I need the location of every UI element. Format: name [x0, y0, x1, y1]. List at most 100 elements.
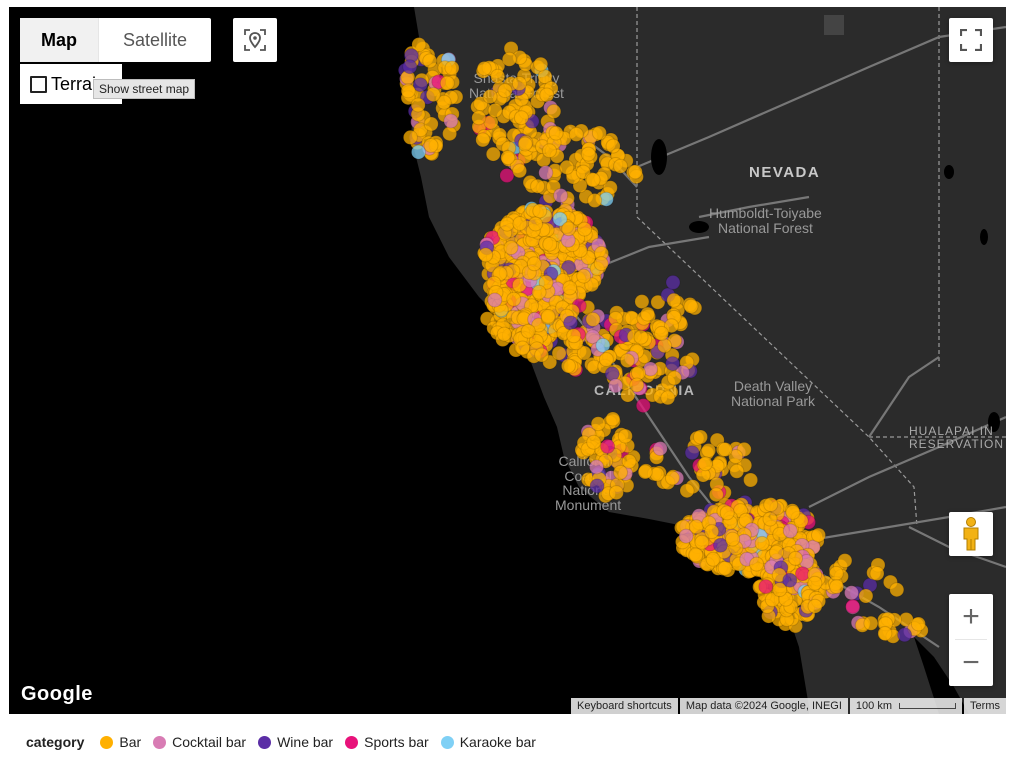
- map-marker[interactable]: [785, 504, 801, 520]
- map-marker[interactable]: [598, 352, 614, 367]
- map-marker[interactable]: [617, 428, 633, 444]
- terrain-checkbox[interactable]: [30, 75, 47, 93]
- map-marker[interactable]: [520, 323, 536, 339]
- map-marker[interactable]: [697, 456, 713, 472]
- map-marker[interactable]: [688, 547, 704, 563]
- map-marker[interactable]: [589, 459, 604, 475]
- map-marker[interactable]: [608, 485, 624, 501]
- map-marker[interactable]: [500, 150, 516, 166]
- map-marker[interactable]: [605, 411, 621, 427]
- map-marker[interactable]: [482, 89, 498, 105]
- map-marker[interactable]: [629, 377, 645, 393]
- map-marker[interactable]: [608, 378, 624, 394]
- map-marker[interactable]: [548, 125, 564, 141]
- map-marker[interactable]: [562, 280, 578, 296]
- map-marker[interactable]: [506, 291, 522, 307]
- map-marker[interactable]: [665, 356, 681, 372]
- map-marker[interactable]: [593, 256, 609, 272]
- map-marker[interactable]: [627, 164, 643, 180]
- map-marker[interactable]: [590, 416, 606, 432]
- map-marker[interactable]: [411, 144, 426, 160]
- map-marker[interactable]: [749, 556, 765, 572]
- map-marker[interactable]: [754, 535, 770, 551]
- map-marker[interactable]: [422, 53, 438, 69]
- map-marker[interactable]: [762, 511, 778, 527]
- map-marker[interactable]: [683, 298, 699, 314]
- my-location-button[interactable]: [233, 18, 277, 62]
- map-marker[interactable]: [719, 505, 735, 521]
- map-marker[interactable]: [589, 478, 605, 494]
- map-marker[interactable]: [640, 306, 656, 322]
- fullscreen-button[interactable]: [949, 18, 993, 62]
- map-marker[interactable]: [444, 60, 460, 76]
- map-marker[interactable]: [664, 470, 680, 486]
- zoom-out-icon[interactable]: −: [949, 640, 993, 685]
- map-marker[interactable]: [679, 483, 695, 499]
- map-marker[interactable]: [652, 441, 668, 457]
- map-type-satellite-button[interactable]: Satellite: [99, 18, 211, 62]
- map-marker[interactable]: [540, 308, 556, 324]
- map-marker[interactable]: [553, 188, 569, 203]
- map-marker[interactable]: [705, 551, 721, 567]
- map-marker[interactable]: [512, 216, 528, 231]
- map-marker[interactable]: [807, 575, 823, 591]
- map-marker[interactable]: [560, 358, 576, 374]
- map-marker[interactable]: [530, 178, 546, 194]
- map-marker[interactable]: [532, 203, 548, 219]
- map-marker[interactable]: [910, 616, 926, 632]
- map-marker[interactable]: [587, 193, 603, 208]
- map-marker[interactable]: [694, 534, 710, 550]
- map-marker[interactable]: [829, 579, 845, 595]
- map-marker[interactable]: [487, 292, 503, 308]
- map-marker[interactable]: [717, 442, 733, 457]
- map-marker[interactable]: [605, 138, 621, 154]
- map-marker[interactable]: [693, 429, 708, 445]
- map-marker[interactable]: [534, 347, 550, 363]
- map-marker[interactable]: [743, 472, 759, 488]
- map-marker[interactable]: [568, 126, 584, 142]
- map-marker[interactable]: [858, 588, 874, 604]
- map-marker[interactable]: [837, 553, 853, 569]
- map-marker[interactable]: [666, 292, 682, 308]
- map-marker[interactable]: [487, 102, 503, 118]
- map-marker[interactable]: [580, 146, 596, 162]
- map-marker[interactable]: [499, 168, 515, 183]
- map-marker[interactable]: [729, 463, 745, 479]
- map-marker[interactable]: [591, 125, 607, 141]
- map-marker[interactable]: [478, 247, 494, 263]
- map-marker[interactable]: [439, 75, 455, 91]
- map-marker[interactable]: [807, 598, 823, 614]
- map-marker[interactable]: [657, 338, 673, 354]
- map-marker[interactable]: [635, 398, 651, 414]
- map-marker[interactable]: [769, 544, 784, 560]
- map-marker[interactable]: [600, 438, 616, 454]
- keyboard-shortcuts-link[interactable]: Keyboard shortcuts: [571, 698, 678, 714]
- map-marker[interactable]: [533, 56, 549, 72]
- map-marker[interactable]: [551, 345, 567, 361]
- map-marker[interactable]: [511, 76, 527, 91]
- map-marker[interactable]: [613, 464, 628, 480]
- map-marker[interactable]: [471, 110, 487, 126]
- map-marker[interactable]: [763, 497, 779, 513]
- map-marker[interactable]: [585, 311, 601, 327]
- map-marker[interactable]: [586, 434, 602, 450]
- map-marker[interactable]: [402, 129, 418, 145]
- map-marker[interactable]: [425, 87, 441, 103]
- map-marker[interactable]: [513, 110, 529, 126]
- map-marker[interactable]: [576, 268, 592, 284]
- map-marker[interactable]: [665, 274, 681, 290]
- map-marker[interactable]: [526, 256, 542, 272]
- map-marker[interactable]: [660, 390, 676, 406]
- map-marker[interactable]: [531, 284, 547, 300]
- map-marker[interactable]: [634, 294, 650, 310]
- map-marker[interactable]: [402, 59, 418, 75]
- map-marker[interactable]: [442, 126, 458, 142]
- map-marker[interactable]: [619, 353, 635, 369]
- map-marker[interactable]: [889, 582, 905, 598]
- map-marker[interactable]: [585, 172, 601, 188]
- map-marker[interactable]: [577, 221, 592, 237]
- map-marker[interactable]: [788, 550, 803, 566]
- map-marker[interactable]: [496, 326, 512, 342]
- map-marker[interactable]: [782, 572, 798, 588]
- map-marker[interactable]: [869, 566, 885, 581]
